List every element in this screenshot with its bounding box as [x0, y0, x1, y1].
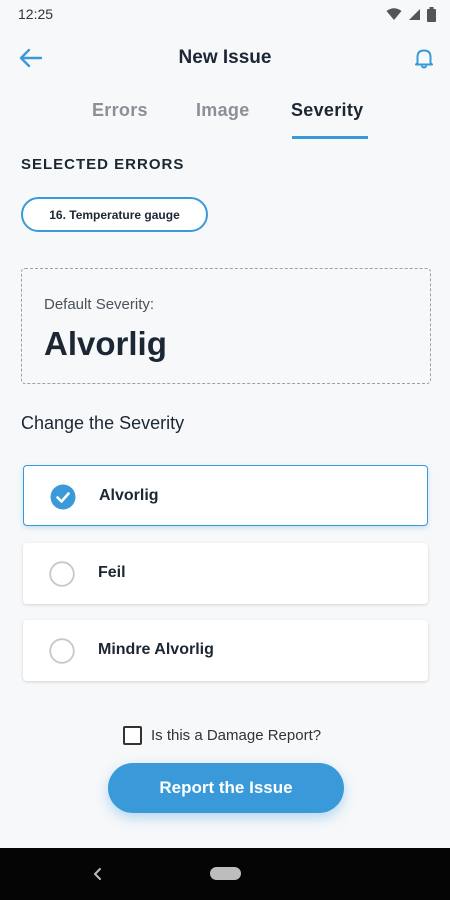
status-time: 12:25: [18, 6, 54, 22]
notifications-button[interactable]: [412, 44, 436, 72]
default-severity-box: Default Severity: Alvorlig: [21, 268, 431, 384]
damage-report-label: Is this a Damage Report?: [151, 726, 322, 744]
nav-back-icon[interactable]: [88, 863, 108, 885]
wifi-icon: [386, 7, 402, 20]
report-issue-button[interactable]: Report the Issue: [108, 763, 344, 813]
radio-unchecked-icon: [49, 561, 75, 587]
page-title: New Issue: [178, 47, 272, 68]
damage-report-checkbox[interactable]: [123, 725, 142, 745]
severity-option-mindre-alvorlig[interactable]: Mindre Alvorlig: [23, 620, 428, 681]
default-severity-label: Default Severity:: [44, 296, 155, 313]
signal-icon: [409, 8, 420, 20]
error-chip[interactable]: 16. Temperature gauge: [21, 197, 208, 232]
system-nav-bar: [0, 848, 450, 900]
radio-unchecked-icon: [49, 638, 75, 664]
back-button[interactable]: [16, 44, 46, 72]
selected-errors-heading: SELECTED ERRORS: [21, 156, 185, 173]
default-severity-value: Alvorlig: [44, 325, 167, 362]
severity-option-label: Alvorlig: [99, 487, 159, 504]
status-bar: 12:25: [0, 0, 450, 28]
severity-option-alvorlig[interactable]: Alvorlig: [23, 465, 428, 526]
severity-option-feil[interactable]: Feil: [23, 543, 428, 604]
nav-home-button[interactable]: [210, 867, 241, 880]
bell-icon: [415, 49, 433, 69]
tab-severity[interactable]: Severity: [291, 100, 363, 121]
arrow-left-icon: [19, 48, 43, 68]
severity-option-label: Feil: [98, 564, 126, 581]
radio-checked-icon: [50, 484, 76, 510]
tab-bar: Errors Image Severity: [0, 100, 450, 140]
status-icons: [386, 6, 436, 22]
app-bar: New Issue: [0, 36, 450, 80]
severity-option-label: Mindre Alvorlig: [98, 641, 214, 658]
tab-errors[interactable]: Errors: [92, 100, 148, 121]
tab-image[interactable]: Image: [196, 100, 250, 121]
damage-report-toggle[interactable]: Is this a Damage Report?: [123, 723, 321, 747]
active-tab-indicator: [292, 136, 368, 139]
battery-icon: [427, 6, 436, 22]
change-severity-heading: Change the Severity: [21, 413, 185, 433]
